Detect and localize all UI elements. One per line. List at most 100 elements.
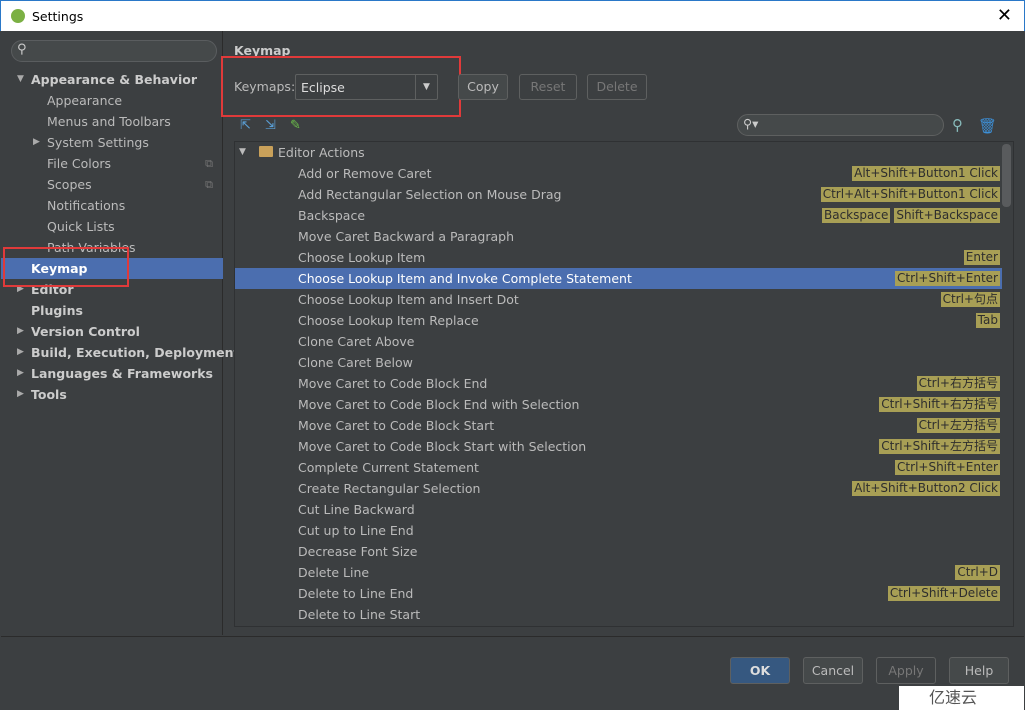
action-label: Delete to Line End (298, 586, 414, 601)
collapse-arrow-icon[interactable]: ▶ (17, 342, 24, 363)
expand-all-icon[interactable]: ⇱ (240, 118, 251, 133)
sidebar-item[interactable]: ▶ Build, Execution, Deployment (1, 342, 239, 363)
shortcut-badge: Ctrl+Shift+Enter (895, 460, 1000, 475)
watermark: 亿速云 (899, 686, 1024, 710)
action-row[interactable]: Add Rectangular Selection on Mouse Drag C… (235, 184, 1002, 205)
action-row[interactable]: Add or Remove Caret Alt+Shift+Button1 Cli… (235, 163, 1002, 184)
sidebar-item[interactable]: ▶ Tools (1, 384, 223, 405)
copy-button[interactable]: Copy (458, 74, 508, 100)
find-shortcut-icon[interactable]: ⚲ (952, 116, 963, 134)
action-label: Move Caret Backward a Paragraph (298, 229, 515, 244)
sidebar-item[interactable]: ▶ Version Control (1, 321, 223, 342)
expand-arrow-icon[interactable]: ▼ (239, 142, 246, 163)
apply-button[interactable]: Apply (876, 657, 936, 684)
action-row[interactable]: Choose Lookup Item and Insert Dot Ctrl+句点 (235, 289, 1002, 310)
group-label: Editor Actions (278, 145, 365, 160)
ok-button[interactable]: OK (730, 657, 790, 684)
shortcut-badge: Ctrl+句点 (940, 292, 1000, 307)
action-label: Cut Line Backward (298, 502, 415, 517)
action-row[interactable]: Move Caret Backward a Paragraph (235, 226, 1002, 247)
collapse-arrow-icon[interactable]: ▶ (33, 132, 40, 153)
reset-button[interactable]: Reset (519, 74, 577, 100)
shortcut-badge: Ctrl+右方括号 (916, 376, 1000, 391)
action-label: Move Caret to Code Block Start with Sele… (298, 439, 587, 454)
settings-search-input[interactable]: ⚲ (11, 40, 217, 62)
sidebar-item-label: System Settings (47, 135, 149, 150)
sidebar: ⚲ ▼ Appearance & Behavior Appearance Menus … (1, 31, 239, 635)
action-row[interactable]: Cut Line Backward (235, 499, 1002, 520)
shortcut-badge: Ctrl+Shift+Delete (887, 586, 1000, 601)
sidebar-item[interactable]: Menus and Toolbars (1, 111, 223, 132)
folder-icon (259, 146, 273, 157)
sidebar-item-label: Scopes (47, 177, 92, 192)
dialog-footer: OK Cancel Apply Help 亿速云 (1, 636, 1024, 710)
action-row[interactable]: Backspace Backspace Shift+Backspace (235, 205, 1002, 226)
action-row[interactable]: Clone Caret Above (235, 331, 1002, 352)
shortcut-badge: Ctrl+左方括号 (916, 418, 1000, 433)
action-row[interactable]: Clone Caret Below (235, 352, 1002, 373)
action-label: Delete Line (298, 565, 370, 580)
trash-icon[interactable]: 🗑 (978, 117, 997, 135)
shortcut-badge: Ctrl+Alt+Shift+Button1 Click (820, 187, 1000, 202)
action-label: Choose Lookup Item (298, 250, 426, 265)
cancel-button[interactable]: Cancel (803, 657, 863, 684)
shortcut-badge: Ctrl+D (955, 565, 1000, 580)
collapse-arrow-icon[interactable]: ▶ (17, 321, 24, 342)
project-scope-icon: ⧉ (205, 157, 213, 170)
shortcut-badge: Shift+Backspace (894, 208, 1000, 223)
sidebar-item-label: Appearance (47, 93, 123, 108)
edit-pencil-icon[interactable]: ✎ (290, 118, 301, 133)
delete-button[interactable]: Delete (587, 74, 647, 100)
group-editor-actions[interactable]: ▼ Editor Actions (235, 142, 1002, 163)
action-row[interactable]: Move Caret to Code Block Start with Sele… (235, 436, 1002, 457)
action-row[interactable]: Choose Lookup Item Replace Tab (235, 310, 1002, 331)
title-bar: Settings ✕ (0, 0, 1025, 31)
search-icon: ⚲▾ (743, 116, 759, 131)
action-label: Add or Remove Caret (298, 166, 432, 181)
sidebar-item[interactable]: Notifications (1, 195, 223, 216)
sidebar-item-label: Appearance & Behavior (31, 72, 197, 87)
action-label: Backspace (298, 208, 366, 223)
action-row[interactable]: Complete Current Statement Ctrl+Shift+Ent… (235, 457, 1002, 478)
sidebar-item[interactable]: Appearance (1, 90, 223, 111)
action-row[interactable]: Move Caret to Code Block Start Ctrl+左方括号 (235, 415, 1002, 436)
collapse-arrow-icon[interactable]: ▶ (17, 363, 24, 384)
scrollbar[interactable] (1002, 144, 1011, 207)
close-icon[interactable]: ✕ (997, 5, 1012, 26)
action-label: Choose Lookup Item and Invoke Complete S… (298, 271, 632, 286)
action-row[interactable]: Cut up to Line End (235, 520, 1002, 541)
action-row[interactable]: Move Caret to Code Block End with Select… (235, 394, 1002, 415)
sidebar-item[interactable]: Plugins (1, 300, 223, 321)
sidebar-item[interactable]: Scopes ⧉ (1, 174, 223, 195)
action-row[interactable]: Delete to Line End Ctrl+Shift+Delete (235, 583, 1002, 604)
shortcut-badge: Enter (963, 250, 1000, 265)
action-row[interactable]: Delete to Line Start (235, 604, 1002, 625)
shortcut-badge: Alt+Shift+Button1 Click (852, 166, 1000, 181)
shortcut-badge: Backspace (821, 208, 891, 223)
action-row[interactable]: Delete Line Ctrl+D (235, 562, 1002, 583)
keymap-filter-input[interactable]: ⚲▾ (737, 114, 944, 136)
action-label: Move Caret to Code Block End (298, 376, 488, 391)
shortcut-badge: Ctrl+Shift+右方括号 (879, 397, 1000, 412)
search-icon: ⚲ (17, 42, 27, 57)
shortcut-badge: Tab (975, 313, 1000, 328)
sidebar-item[interactable]: ▼ Appearance & Behavior (1, 69, 223, 90)
action-row[interactable]: Create Rectangular Selection Alt+Shift+Bu… (235, 478, 1002, 499)
highlight-box (3, 247, 129, 287)
sidebar-item[interactable]: ▶ Languages & Frameworks (1, 363, 223, 384)
collapse-all-icon[interactable]: ⇲ (265, 118, 276, 133)
action-row[interactable]: Move Caret to Code Block End Ctrl+右方括号 (235, 373, 1002, 394)
sidebar-item[interactable]: ▶ System Settings (1, 132, 223, 153)
action-row[interactable]: Decrease Font Size (235, 541, 1002, 562)
action-label: Choose Lookup Item Replace (298, 313, 479, 328)
action-label: Clone Caret Below (298, 355, 413, 370)
sidebar-item-label: Version Control (31, 324, 140, 339)
collapse-arrow-icon[interactable]: ▶ (17, 384, 24, 405)
sidebar-item[interactable]: File Colors ⧉ (1, 153, 223, 174)
action-label: Choose Lookup Item and Insert Dot (298, 292, 519, 307)
help-button[interactable]: Help (949, 657, 1009, 684)
action-row[interactable]: Choose Lookup Item Enter (235, 247, 1002, 268)
action-row[interactable]: Choose Lookup Item and Invoke Complete S… (235, 268, 1002, 289)
sidebar-item[interactable]: Quick Lists (1, 216, 223, 237)
expand-arrow-icon[interactable]: ▼ (17, 69, 24, 90)
